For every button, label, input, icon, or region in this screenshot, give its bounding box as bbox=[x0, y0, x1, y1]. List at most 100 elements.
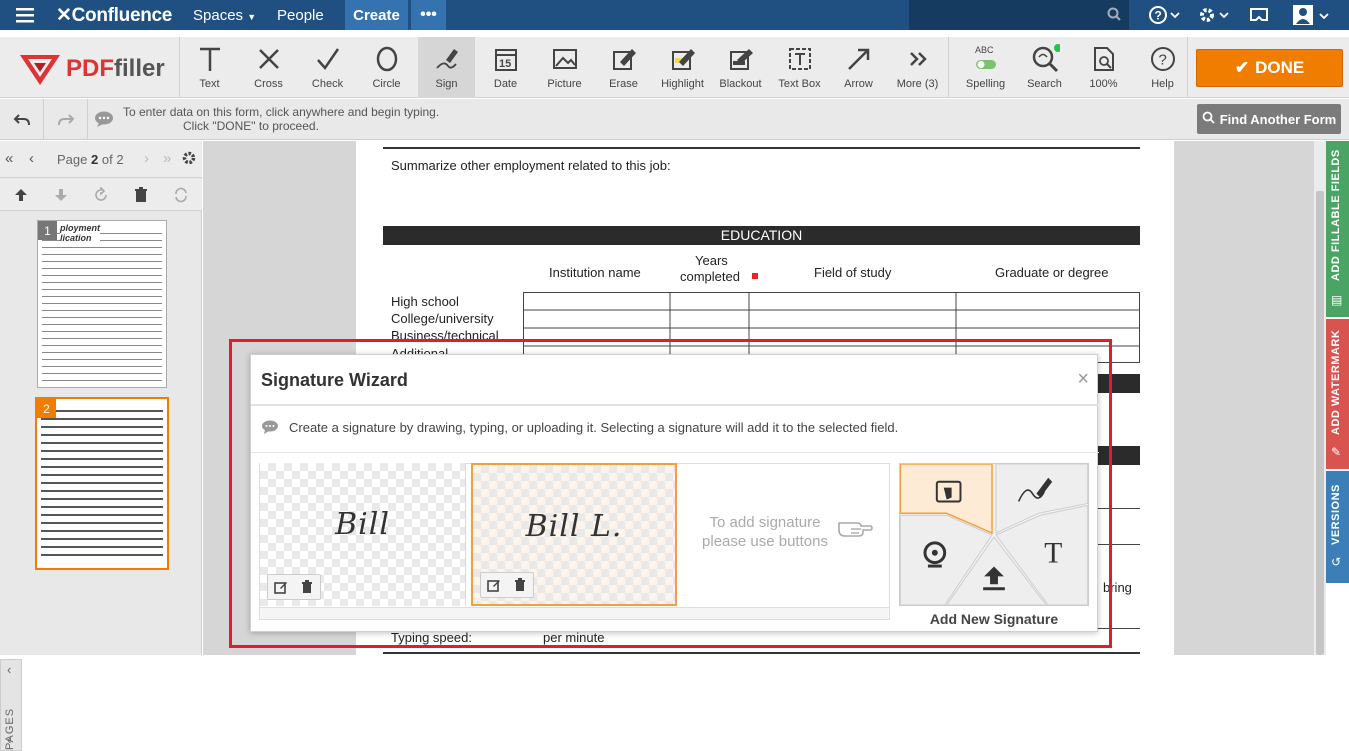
last-page-icon[interactable]: » bbox=[163, 150, 171, 167]
search-field[interactable] bbox=[909, 0, 1129, 30]
trash-icon[interactable] bbox=[507, 573, 533, 597]
tool-label: 100% bbox=[1089, 78, 1118, 90]
signature-item-1[interactable]: Bill bbox=[260, 463, 466, 606]
divider bbox=[251, 452, 1099, 453]
move-down-icon[interactable] bbox=[53, 187, 69, 206]
chat-bubble-icon bbox=[261, 420, 279, 437]
tool-more-3[interactable]: More (3) bbox=[889, 37, 946, 98]
tool-help[interactable]: ? Help bbox=[1134, 37, 1191, 98]
circle-tool-icon bbox=[358, 44, 415, 74]
blackout-tool-icon bbox=[712, 44, 769, 74]
page-thumbnail-1[interactable]: ployment lication 1 bbox=[37, 220, 167, 388]
tool-erase[interactable]: Erase bbox=[595, 37, 652, 98]
tool-blackout[interactable]: Blackout bbox=[712, 37, 769, 98]
tool-100[interactable]: 100% bbox=[1075, 37, 1132, 98]
first-page-icon[interactable]: « bbox=[5, 150, 13, 167]
menu-icon[interactable] bbox=[16, 6, 36, 24]
tool-search[interactable]: Search bbox=[1016, 37, 1073, 98]
pointing-hand-icon bbox=[837, 515, 873, 542]
tool-label: Circle bbox=[372, 78, 401, 90]
add-watermark-tab[interactable]: ADD WATERMARK ✎ bbox=[1326, 319, 1349, 469]
done-button[interactable]: ✔ DONE bbox=[1196, 49, 1343, 87]
trash-icon[interactable] bbox=[133, 187, 149, 206]
move-up-icon[interactable] bbox=[13, 187, 29, 206]
versions-tab[interactable]: VERSIONS ↺ bbox=[1326, 471, 1349, 583]
close-icon[interactable]: × bbox=[1077, 368, 1089, 391]
tool-date[interactable]: 15 Date bbox=[477, 37, 534, 98]
erase-tool-icon bbox=[595, 44, 652, 74]
tool-sign[interactable]: Sign bbox=[418, 37, 475, 98]
confluence-x-icon: ✕ bbox=[56, 5, 72, 26]
row-label: College/university bbox=[391, 311, 494, 326]
tool-arrow[interactable]: Arrow bbox=[830, 37, 887, 98]
undo-button[interactable] bbox=[0, 99, 44, 140]
confluence-logo[interactable]: ✕Confluence bbox=[56, 4, 172, 27]
tool-text[interactable]: Text bbox=[181, 37, 238, 98]
add-fillable-fields-tab[interactable]: ADD FILLABLE FIELDS ▤ bbox=[1326, 141, 1349, 317]
tool-label: Help bbox=[1151, 78, 1174, 90]
horizontal-scrollbar[interactable] bbox=[260, 607, 889, 619]
tool-label: Cross bbox=[254, 78, 283, 90]
create-button[interactable]: Create bbox=[345, 0, 408, 30]
page-tools bbox=[0, 179, 202, 211]
tab-label: ADD FILLABLE FIELDS bbox=[1330, 149, 1342, 281]
divider bbox=[251, 404, 1099, 406]
tool-circle[interactable]: Circle bbox=[358, 37, 415, 98]
find-another-form-button[interactable]: Find Another Form bbox=[1197, 104, 1341, 134]
user-avatar[interactable] bbox=[1292, 5, 1332, 25]
signature-text: Bill L. bbox=[525, 509, 623, 544]
watermark-icon: ✎ bbox=[1331, 445, 1342, 459]
next-page-icon[interactable]: › bbox=[144, 150, 149, 167]
sign-tool-icon bbox=[418, 44, 475, 74]
tool-highlight[interactable]: Highlight bbox=[654, 37, 711, 98]
trash-icon[interactable] bbox=[294, 575, 320, 599]
chat-bubble-icon bbox=[94, 111, 114, 130]
tool-spelling[interactable]: ABC Spelling bbox=[957, 37, 1014, 98]
page-indicator: Page 2 of 2 bbox=[57, 152, 124, 167]
tool-check[interactable]: Check bbox=[299, 37, 356, 98]
tool-text-box[interactable]: Text Box bbox=[771, 37, 828, 98]
divider bbox=[383, 652, 1140, 654]
prev-page-icon[interactable]: ‹ bbox=[29, 150, 34, 167]
gear-icon[interactable] bbox=[181, 150, 197, 169]
redo-icon bbox=[57, 113, 74, 125]
pdffiller-logo[interactable]: PDFfiller bbox=[0, 37, 180, 98]
cross-tool-icon bbox=[240, 44, 297, 74]
more-button[interactable]: ••• bbox=[411, 0, 446, 30]
help-menu[interactable]: ? bbox=[1148, 5, 1182, 25]
toolbar-divider bbox=[1187, 37, 1188, 98]
scrollbar-thumb[interactable] bbox=[1316, 191, 1324, 655]
picture-tool-icon bbox=[536, 44, 593, 74]
dialog-title: Signature Wizard bbox=[261, 370, 408, 390]
search-icon bbox=[1016, 44, 1073, 74]
tool-label: Date bbox=[493, 78, 518, 90]
people-link[interactable]: People bbox=[277, 7, 324, 24]
settings-menu[interactable] bbox=[1197, 5, 1231, 25]
vertical-scrollbar[interactable] bbox=[1314, 141, 1326, 655]
edit-icon[interactable] bbox=[481, 573, 507, 597]
refresh-icon[interactable] bbox=[173, 187, 189, 206]
edit-icon[interactable] bbox=[268, 575, 294, 599]
info-message-1: To enter data on this form, click anywhe… bbox=[123, 105, 440, 119]
spaces-menu[interactable]: Spaces ▼ bbox=[193, 7, 256, 24]
tool-label: Highlight bbox=[661, 78, 704, 90]
pages-tab[interactable]: ‹ PAGES ‹ bbox=[0, 659, 22, 751]
confluence-logo-text: Confluence bbox=[71, 5, 173, 26]
signature-item-2-selected[interactable]: Bill L. bbox=[471, 463, 677, 606]
date-tool-icon: 15 bbox=[477, 44, 534, 74]
chevron-left-icon: ‹ bbox=[7, 662, 12, 677]
col-years-2: completed bbox=[680, 269, 740, 284]
check-tool-icon bbox=[299, 44, 356, 74]
tool-cross[interactable]: Cross bbox=[240, 37, 297, 98]
spaces-label: Spaces bbox=[193, 7, 244, 24]
notifications-icon[interactable] bbox=[1248, 5, 1270, 25]
tool-label: Picture bbox=[547, 78, 582, 90]
search-icon bbox=[1107, 7, 1121, 21]
rotate-icon[interactable] bbox=[93, 186, 109, 206]
redo-button[interactable] bbox=[44, 99, 88, 140]
tool-label: Erase bbox=[609, 78, 638, 90]
tool-picture[interactable]: Picture bbox=[536, 37, 593, 98]
page-thumbnail-2[interactable]: 2 bbox=[35, 397, 169, 570]
pdffiller-toolbar: PDFfiller Text Cross Check Circle Sign 15 Date… bbox=[0, 37, 1349, 98]
col-institution: Institution name bbox=[549, 265, 641, 280]
